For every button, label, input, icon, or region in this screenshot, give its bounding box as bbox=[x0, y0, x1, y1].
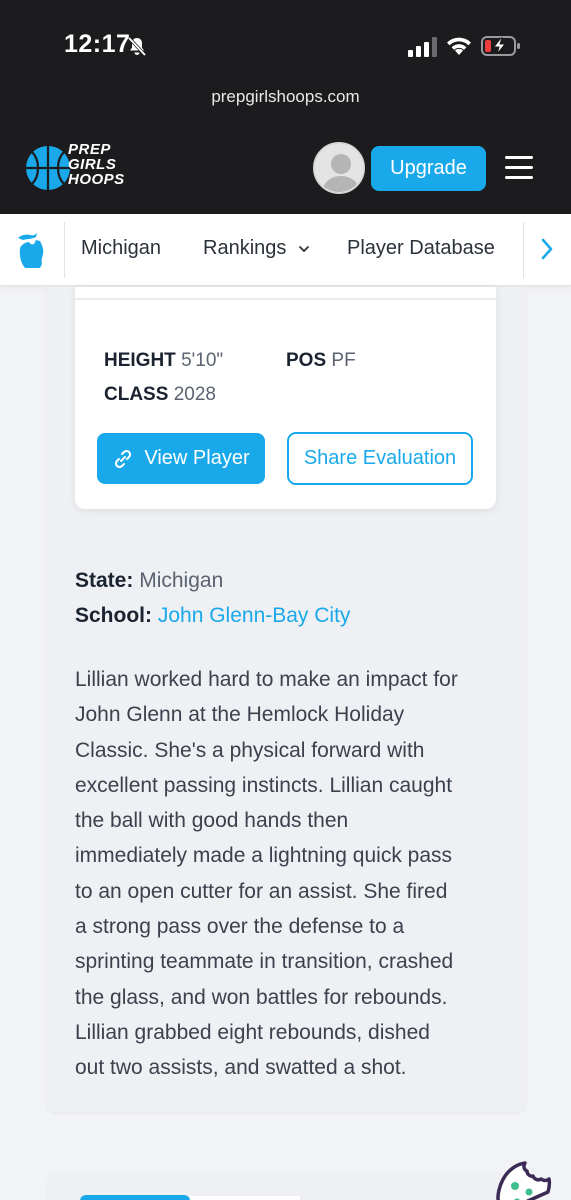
status-time: 12:17 bbox=[64, 30, 131, 58]
school-label: School: bbox=[75, 604, 152, 627]
evaluation-line: a strong pass over the defense to a bbox=[75, 915, 405, 939]
evaluation-line: Classic. She's a physical forward with bbox=[75, 738, 425, 762]
signal-icon bbox=[408, 37, 437, 57]
evaluation-line: the glass, and won battles for rebounds. bbox=[75, 985, 448, 1009]
evaluation-line: excellent passing instincts. Lillian cau… bbox=[75, 773, 453, 797]
evaluation-line: out two assists, and swatted a shot. bbox=[75, 1056, 407, 1080]
michigan-state-icon[interactable] bbox=[16, 228, 50, 272]
cookie-icon[interactable] bbox=[495, 1160, 553, 1200]
evaluation-line: sprinting teammate in transition, crashe… bbox=[75, 950, 454, 974]
state-row: State: Michigan bbox=[75, 569, 223, 593]
evaluation-line: to an open cutter for an assist. She fir… bbox=[75, 879, 448, 903]
nav-item-rankings[interactable]: Rankings bbox=[203, 237, 310, 260]
wifi-icon bbox=[447, 37, 471, 55]
nav-item-player-database[interactable]: Player Database bbox=[347, 237, 495, 260]
subnav-divider bbox=[64, 222, 65, 278]
evaluation-line: Lillian grabbed eight rebounds, dished bbox=[75, 1020, 430, 1044]
hamburger-menu-icon[interactable] bbox=[505, 156, 533, 180]
evaluation-line: Lillian worked hard to make an impact fo… bbox=[75, 668, 458, 691]
evaluation-line: the ball with good hands then bbox=[75, 809, 349, 833]
school-row: School: John Glenn-Bay City bbox=[75, 604, 350, 628]
evaluation-line: John Glenn at the Hemlock Holiday bbox=[75, 703, 405, 727]
view-player-button[interactable]: View Player bbox=[97, 433, 265, 484]
class-value: 2028 bbox=[173, 384, 216, 405]
state-label: State: bbox=[75, 569, 134, 592]
pos-value: PF bbox=[331, 350, 356, 371]
logo-line-3: HOOPS bbox=[68, 171, 125, 188]
nav-item-michigan[interactable]: Michigan bbox=[81, 237, 161, 260]
pos-label: POS bbox=[286, 350, 327, 371]
browser-url[interactable]: prepgirlshoops.com bbox=[0, 87, 571, 107]
player-height: HEIGHT 5'10" bbox=[104, 350, 223, 372]
height-value: 5'10" bbox=[181, 350, 224, 371]
chevron-right-icon[interactable] bbox=[540, 238, 554, 260]
link-icon bbox=[115, 449, 132, 468]
school-link[interactable]: John Glenn-Bay City bbox=[158, 604, 351, 627]
battery-charging-icon bbox=[481, 36, 520, 56]
view-player-label: View Player bbox=[144, 447, 250, 469]
next-card-button[interactable] bbox=[80, 1195, 190, 1200]
share-evaluation-button[interactable]: Share Evaluation bbox=[287, 432, 473, 485]
player-class: CLASS 2028 bbox=[104, 384, 216, 406]
player-position: POS PF bbox=[286, 350, 356, 372]
state-value: Michigan bbox=[139, 569, 224, 592]
bell-slash-icon bbox=[127, 36, 147, 57]
upgrade-button[interactable]: Upgrade bbox=[371, 146, 486, 191]
logo-line-1: PREP bbox=[68, 141, 111, 158]
site-logo[interactable]: PREP GIRLS HOOPS bbox=[22, 142, 124, 194]
chevron-down-icon bbox=[299, 245, 309, 252]
height-label: HEIGHT bbox=[104, 350, 176, 371]
class-label: CLASS bbox=[104, 384, 169, 405]
user-avatar[interactable] bbox=[313, 142, 365, 194]
evaluation-text: Lillian worked hard to make an impact fo… bbox=[75, 662, 505, 1086]
next-card-button-outline[interactable] bbox=[190, 1196, 300, 1200]
subnav-divider-right bbox=[523, 222, 524, 278]
nav-item-rankings-label: Rankings bbox=[203, 237, 287, 259]
player-card-divider bbox=[75, 298, 496, 300]
evaluation-line: immediately made a lightning quick pass bbox=[75, 844, 453, 868]
logo-line-2: GIRLS bbox=[68, 156, 117, 173]
